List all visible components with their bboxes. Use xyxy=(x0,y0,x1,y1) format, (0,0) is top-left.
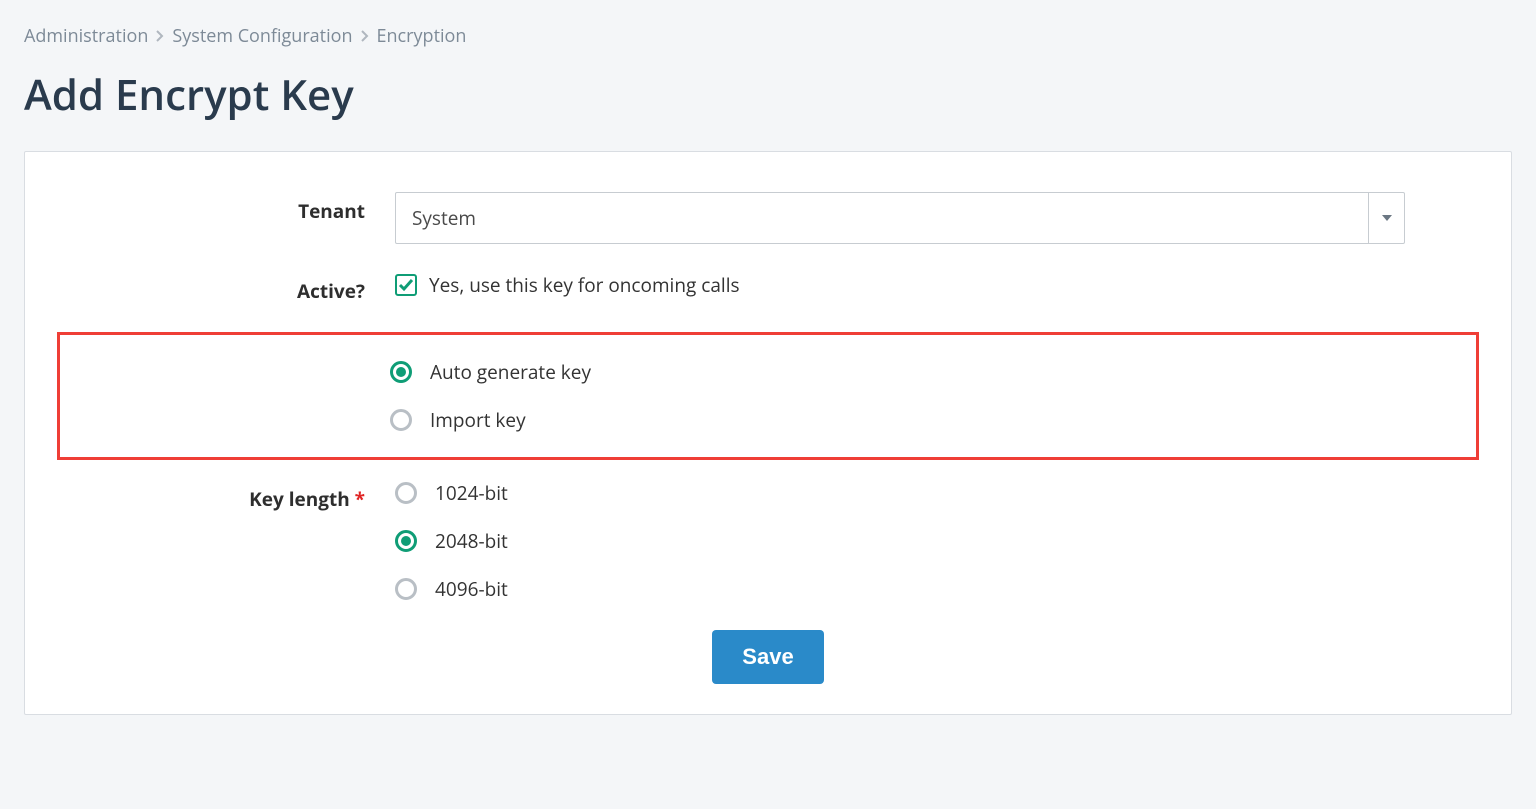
key-source-radio-group: Auto generate key Import key xyxy=(390,359,1476,433)
form-panel: Tenant System Active? xyxy=(24,151,1512,715)
save-button[interactable]: Save xyxy=(712,630,823,684)
row-tenant: Tenant System xyxy=(65,192,1471,244)
row-active: Active? Yes, use this key for oncoming c… xyxy=(65,272,1471,304)
radio-icon xyxy=(390,409,412,431)
check-icon xyxy=(398,278,414,292)
radio-icon xyxy=(395,578,417,600)
label-tenant: Tenant xyxy=(65,192,395,224)
active-checkbox[interactable] xyxy=(395,274,417,296)
tenant-select-value: System xyxy=(412,205,476,231)
label-key-source xyxy=(60,359,390,365)
radio-icon xyxy=(390,361,412,383)
label-key-length: Key length * xyxy=(65,480,395,512)
radio-4096-bit[interactable]: 4096-bit xyxy=(395,576,1471,602)
page-title: Add Encrypt Key xyxy=(24,66,1512,123)
chevron-right-icon xyxy=(156,25,164,47)
chevron-right-icon xyxy=(361,25,369,47)
radio-import-key[interactable]: Import key xyxy=(390,407,1476,433)
radio-label: 4096-bit xyxy=(435,576,508,602)
label-active: Active? xyxy=(65,272,395,304)
radio-1024-bit[interactable]: 1024-bit xyxy=(395,480,1471,506)
radio-label: Import key xyxy=(430,407,526,433)
radio-2048-bit[interactable]: 2048-bit xyxy=(395,528,1471,554)
tenant-select[interactable]: System xyxy=(395,192,1405,244)
required-asterisk: * xyxy=(355,486,365,512)
row-key-source: Auto generate key Import key xyxy=(57,332,1479,460)
active-checkbox-label: Yes, use this key for oncoming calls xyxy=(429,272,740,298)
radio-auto-generate[interactable]: Auto generate key xyxy=(390,359,1476,385)
radio-label: 1024-bit xyxy=(435,480,508,506)
breadcrumb: Administration System Configuration Encr… xyxy=(24,24,1512,48)
radio-icon xyxy=(395,530,417,552)
row-key-length: Key length * 1024-bit 2048-bit 4096-bit xyxy=(65,480,1471,602)
chevron-down-icon xyxy=(1368,193,1404,243)
breadcrumb-administration[interactable]: Administration xyxy=(24,24,148,48)
radio-icon xyxy=(395,482,417,504)
form-actions: Save xyxy=(65,630,1471,684)
radio-label: Auto generate key xyxy=(430,359,591,385)
breadcrumb-system-configuration[interactable]: System Configuration xyxy=(172,24,352,48)
breadcrumb-encryption[interactable]: Encryption xyxy=(377,24,467,48)
key-length-radio-group: 1024-bit 2048-bit 4096-bit xyxy=(395,480,1471,602)
radio-label: 2048-bit xyxy=(435,528,508,554)
